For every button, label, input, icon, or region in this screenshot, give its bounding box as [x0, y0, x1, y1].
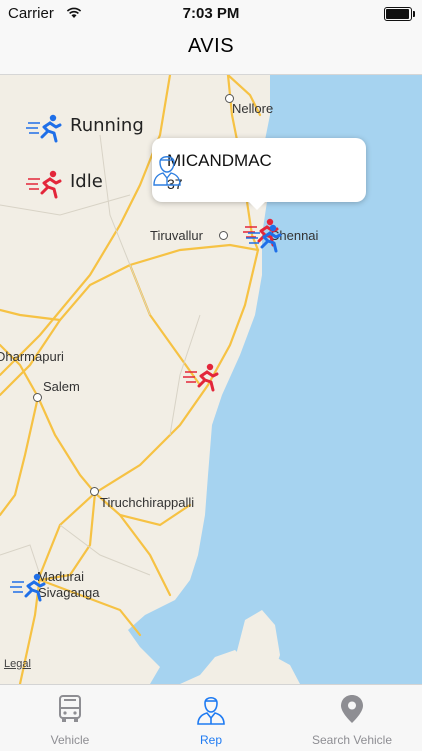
- idle-runner-icon: [26, 170, 62, 199]
- status-bar: Carrier 7:03 PM: [0, 0, 422, 28]
- city-dot-salem: [33, 393, 42, 402]
- tab-rep[interactable]: Rep: [141, 685, 281, 751]
- tab-rep-label: Rep: [199, 733, 222, 747]
- map-view[interactable]: Nellore Tiruvallur Chennai Dharmapuri Sa…: [0, 75, 422, 684]
- location-pin-icon: [341, 695, 363, 723]
- bus-icon: [59, 695, 81, 722]
- city-label-tiruvallur: Tiruvallur: [150, 228, 203, 243]
- tab-search-vehicle-label: Search Vehicle: [311, 733, 393, 747]
- city-dot-tiruchchirappalli: [90, 487, 99, 496]
- vehicle-marker-chennai-running[interactable]: [246, 221, 286, 261]
- city-label-tiruchchirappalli: Tiruchchirappalli: [100, 495, 195, 510]
- tab-vehicle[interactable]: Vehicle: [0, 685, 140, 751]
- running-runner-icon: [26, 114, 62, 143]
- battery-level-fill: [386, 9, 410, 19]
- rep-avatar-icon[interactable]: [152, 152, 182, 186]
- legend-running-label: Running: [70, 115, 144, 136]
- city-label-dharmapuri: Dharmapuri: [0, 349, 64, 364]
- status-time: 7:03 PM: [182, 5, 240, 22]
- city-dot-tiruvallur: [219, 231, 228, 240]
- rep-callout[interactable]: MICANDMAC 37: [152, 138, 366, 210]
- vehicle-marker-madurai-running[interactable]: [10, 570, 50, 610]
- rep-icon: [197, 696, 225, 725]
- navigation-bar: AVIS: [0, 28, 422, 75]
- tab-vehicle-label: Vehicle: [50, 733, 90, 747]
- vehicle-marker-coast-idle[interactable]: [183, 360, 223, 400]
- callout-rep-name: MICANDMAC: [167, 151, 272, 170]
- tab-search-vehicle[interactable]: Search Vehicle: [282, 685, 422, 751]
- page-title: AVIS: [187, 35, 235, 57]
- tab-bar: Vehicle Rep Search Vehicle: [0, 684, 422, 751]
- legend-idle-label: Idle: [70, 171, 103, 192]
- battery-icon: [384, 7, 415, 21]
- city-label-nellore: Nellore: [232, 101, 274, 116]
- city-label-salem: Salem: [43, 379, 80, 394]
- legal-link[interactable]: Legal: [4, 658, 31, 670]
